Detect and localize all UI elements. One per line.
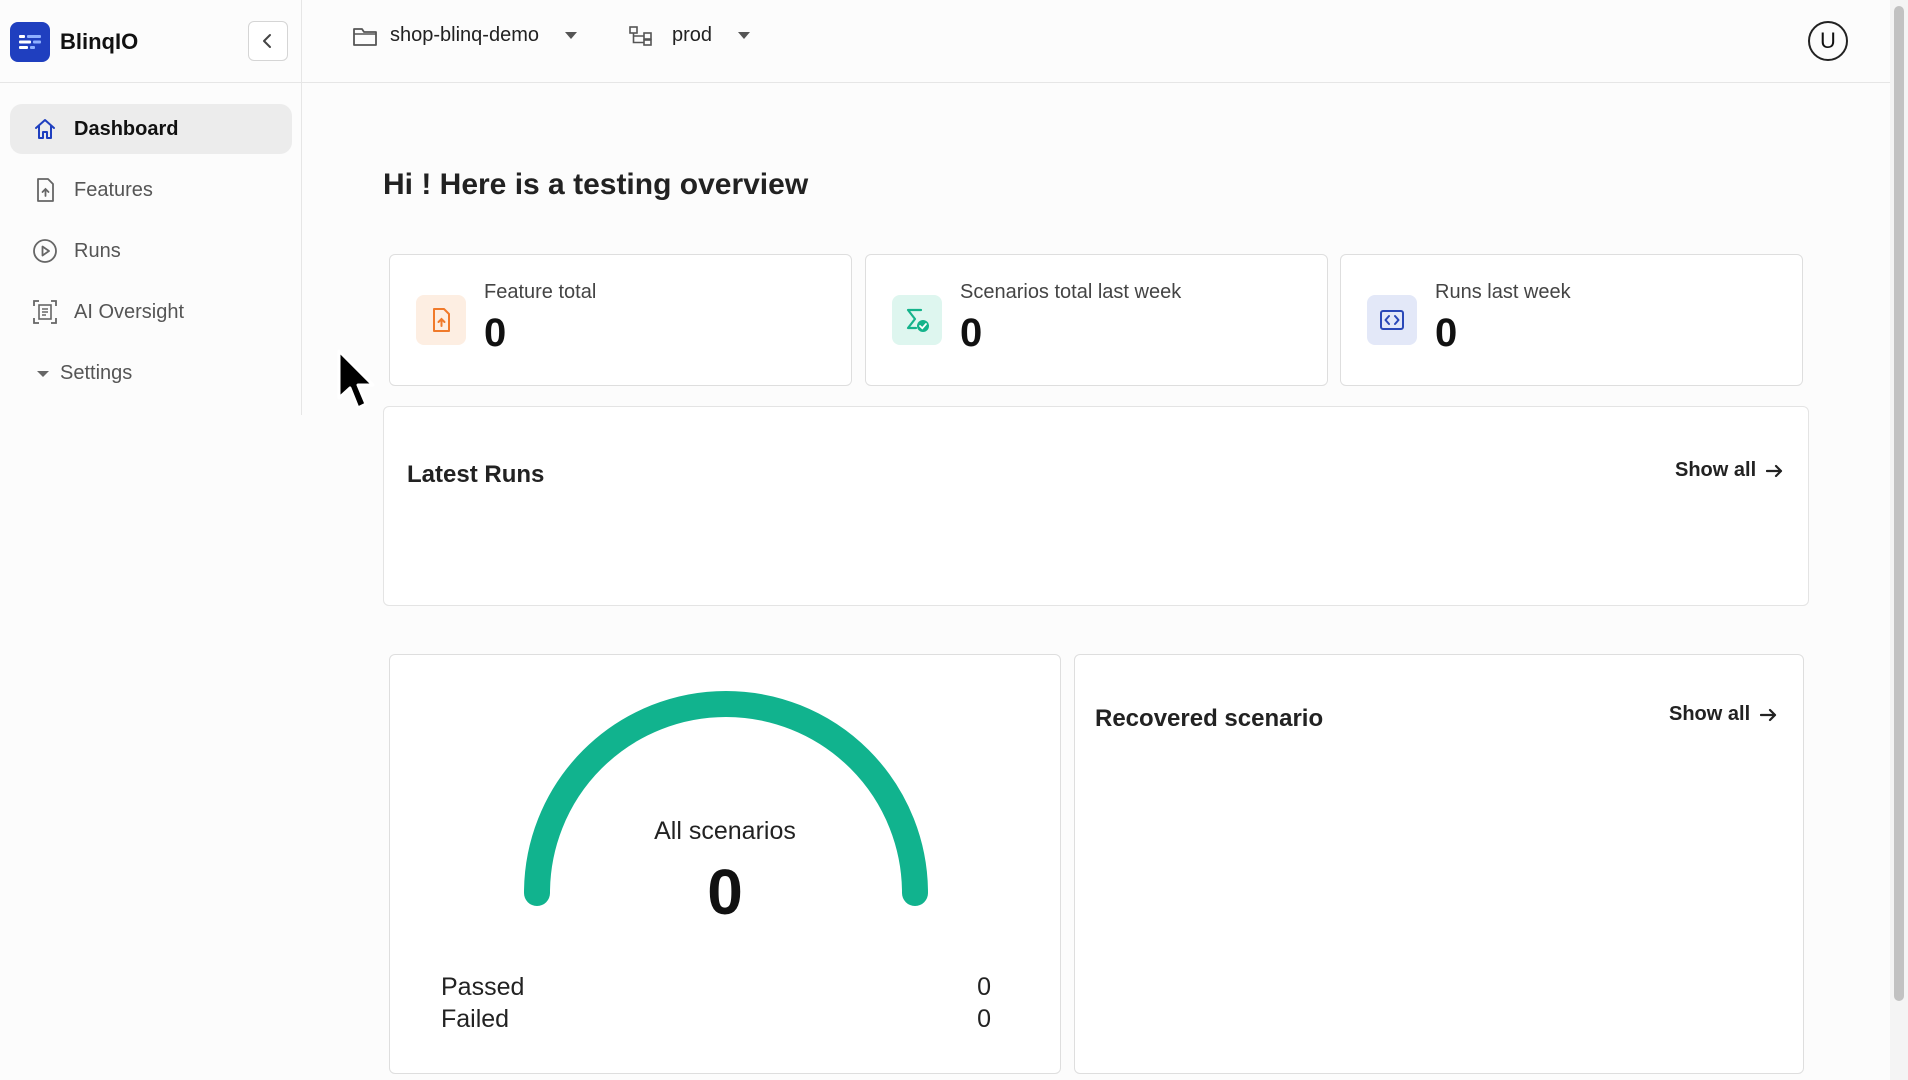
sidebar-item-runs[interactable]: Runs <box>10 226 292 276</box>
stat-value: 0 <box>1435 311 1458 355</box>
chevron-down-icon <box>564 32 577 39</box>
sidebar-item-label: Settings <box>60 361 133 384</box>
gauge-label: All scenarios <box>654 817 796 845</box>
gauge-value: 0 <box>707 856 743 928</box>
passed-label: Passed <box>441 973 525 1001</box>
stat-card-scenarios-total[interactable]: Scenarios total last week 0 <box>865 254 1328 386</box>
sidebar-item-label: AI Oversight <box>74 300 185 323</box>
play-circle-icon <box>32 238 58 264</box>
file-upload-icon <box>416 295 466 345</box>
scenarios-gauge-card: All scenarios 0 Passed 0 Failed 0 <box>389 654 1061 1074</box>
failed-row: Failed 0 <box>441 1005 991 1034</box>
stat-label: Feature total <box>484 281 597 303</box>
recovered-scenario-card: Recovered scenario Show all <box>1074 654 1804 1074</box>
scrollbar-thumb[interactable] <box>1894 6 1904 1001</box>
stat-label: Runs last week <box>1435 281 1571 303</box>
sidebar-item-dashboard[interactable]: Dashboard <box>10 104 292 154</box>
branch-icon <box>629 25 652 46</box>
arrow-right-icon <box>1766 464 1783 477</box>
stat-card-runs-last-week[interactable]: Runs last week 0 <box>1340 254 1803 386</box>
sidebar-item-features[interactable]: Features <box>10 165 292 215</box>
show-all-label: Show all <box>1675 459 1757 481</box>
passed-value: 0 <box>977 973 991 1001</box>
sidebar-item-ai-oversight[interactable]: AI Oversight <box>10 287 292 337</box>
chevron-left-icon <box>263 34 271 48</box>
failed-value: 0 <box>977 1005 991 1033</box>
top-bar: BlinqIO shop-blinq-demo prod U <box>0 0 1890 83</box>
mouse-cursor-icon <box>337 349 375 410</box>
environment-selector[interactable]: prod <box>628 24 751 47</box>
stat-label: Scenarios total last week <box>960 281 1182 303</box>
sidebar-nav: Dashboard Features Runs AI Oversight Set… <box>10 104 292 409</box>
user-avatar[interactable]: U <box>1808 21 1848 61</box>
show-all-label: Show all <box>1669 703 1751 725</box>
folder-icon <box>353 27 377 46</box>
latest-runs-panel: Latest Runs Show all <box>383 406 1809 606</box>
sidebar-item-label: Dashboard <box>74 117 179 140</box>
latest-runs-show-all-link[interactable]: Show all <box>1675 459 1784 482</box>
arrow-right-icon <box>1760 708 1777 721</box>
home-icon <box>32 116 58 142</box>
recovered-show-all-link[interactable]: Show all <box>1669 703 1778 726</box>
file-icon <box>32 177 58 203</box>
blinqio-logo-icon <box>10 22 50 62</box>
sigma-check-icon <box>892 295 942 345</box>
sidebar-item-settings[interactable]: Settings <box>10 348 292 398</box>
stat-value: 0 <box>484 311 507 355</box>
sidebar-item-label: Features <box>74 178 153 201</box>
project-name: shop-blinq-demo <box>390 24 539 46</box>
chevron-down-icon <box>738 32 751 39</box>
recovered-scenario-title: Recovered scenario <box>1095 705 1324 732</box>
page-title: Hi ! Here is a testing overview <box>383 168 809 201</box>
latest-runs-title: Latest Runs <box>407 461 545 488</box>
passed-row: Passed 0 <box>441 973 991 1002</box>
caret-down-icon <box>36 362 50 385</box>
collapse-sidebar-button[interactable] <box>248 21 288 61</box>
environment-name: prod <box>672 24 713 46</box>
stat-card-feature-total[interactable]: Feature total 0 <box>389 254 852 386</box>
sidebar-divider <box>301 0 302 415</box>
app-window: BlinqIO shop-blinq-demo prod U Dashboard… <box>0 0 1908 1080</box>
sidebar-item-label: Runs <box>74 239 121 262</box>
project-selector[interactable]: shop-blinq-demo <box>352 24 577 47</box>
stat-value: 0 <box>960 311 983 355</box>
brand[interactable]: BlinqIO <box>10 22 138 62</box>
scan-icon <box>32 299 58 325</box>
code-window-icon <box>1367 295 1417 345</box>
brand-name: BlinqIO <box>60 29 139 54</box>
failed-label: Failed <box>441 1005 510 1033</box>
